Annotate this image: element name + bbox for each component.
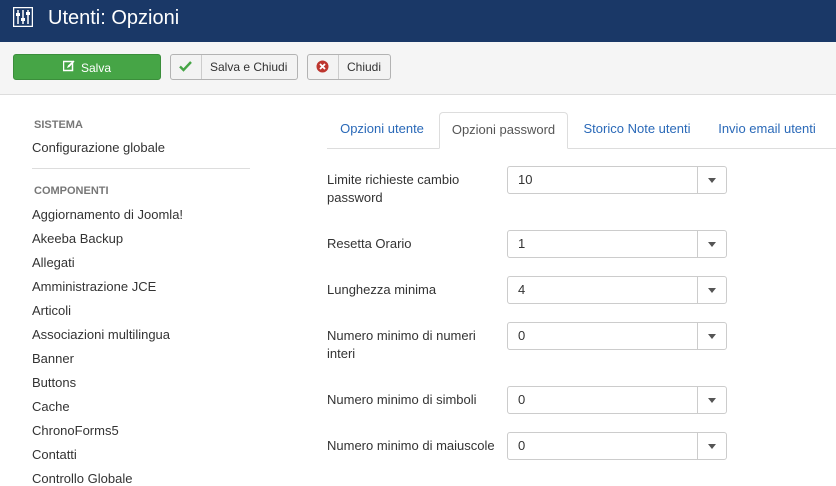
save-button[interactable]: Salva [13, 54, 161, 80]
close-button-label: Chiudi [347, 60, 382, 74]
select-value: 0 [518, 438, 526, 453]
field-label-minimum-symbols: Numero minimo di simboli [327, 392, 477, 407]
select-value: 10 [518, 172, 533, 187]
select-value: 0 [518, 328, 526, 343]
caret-down-icon [708, 334, 716, 339]
save-and-close-button[interactable]: Salva e Chiudi [170, 54, 298, 80]
edit-icon [62, 56, 75, 80]
select-minimum-length[interactable]: 4 [507, 276, 727, 304]
sidebar-item-global-check-in[interactable]: Controllo Globale [32, 471, 132, 486]
sidebar-item-akeeba-backup[interactable]: Akeeba Backup [32, 231, 123, 246]
select-minimum-symbols[interactable]: 0 [507, 386, 727, 414]
field-label-reset-limit: Limite richieste cambio password [327, 172, 460, 205]
select-value: 1 [518, 236, 526, 251]
caret-down-icon [708, 398, 716, 403]
sidebar-item-cache[interactable]: Cache [32, 399, 70, 414]
sidebar-item-chronoforms[interactable]: ChronoForms5 [32, 423, 119, 438]
save-and-close-label: Salva e Chiudi [210, 60, 288, 74]
page-title: Utenti: Opzioni [48, 7, 180, 29]
select-reset-limit[interactable]: 10 [507, 166, 727, 194]
select-minimum-uppercase[interactable]: 0 [507, 432, 727, 460]
select-minimum-integers[interactable]: 0 [507, 322, 727, 350]
save-button-label: Salva [80, 60, 112, 75]
field-label-minimum-length: Lunghezza minima [327, 282, 437, 297]
field-label-minimum-uppercase: Numero minimo di maiuscole [327, 438, 495, 453]
options-sliders-icon [12, 6, 34, 28]
options-tabs: Opzioni utente Opzioni password Storico … [327, 112, 836, 149]
select-reset-time[interactable]: 1 [507, 230, 727, 258]
sidebar-item-banner[interactable]: Banner [32, 351, 74, 366]
sidebar-item-jce-admin[interactable]: Amministrazione JCE [32, 279, 156, 294]
sidebar-section-system: SISTEMA [34, 119, 83, 131]
sidebar-section-components: COMPONENTI [34, 185, 109, 197]
page-header: Utenti: Opzioni [0, 0, 836, 42]
caret-down-icon [708, 178, 716, 183]
sidebar-item-contacts[interactable]: Contatti [32, 447, 77, 462]
sidebar-item-multilingual-associations[interactable]: Associazioni multilingua [32, 327, 170, 342]
tab-password-options[interactable]: Opzioni password [439, 112, 568, 149]
sidebar-item-articles[interactable]: Articoli [32, 303, 71, 318]
sidebar-item-global-configuration[interactable]: Configurazione globale [32, 140, 165, 155]
toolbar: Salva Salva e Chiudi Chiudi [0, 42, 836, 95]
caret-down-icon [708, 288, 716, 293]
close-circle-icon [316, 60, 329, 73]
caret-down-icon [708, 242, 716, 247]
close-button[interactable]: Chiudi [307, 54, 391, 80]
field-label-minimum-integers: Numero minimo di numeri interi [327, 328, 476, 361]
field-label-reset-time: Resetta Orario [327, 236, 412, 251]
sidebar-item-attachments[interactable]: Allegati [32, 255, 75, 270]
sidebar-item-buttons[interactable]: Buttons [32, 375, 76, 390]
check-icon [179, 61, 192, 72]
tab-mass-mail-users[interactable]: Invio email utenti [707, 112, 827, 148]
caret-down-icon [708, 444, 716, 449]
tab-user-options[interactable]: Opzioni utente [327, 112, 437, 148]
sidebar-item-joomla-update[interactable]: Aggiornamento di Joomla! [32, 207, 183, 222]
tab-user-notes-history[interactable]: Storico Note utenti [572, 112, 702, 148]
select-value: 4 [518, 282, 526, 297]
select-value: 0 [518, 392, 526, 407]
sidebar-divider [32, 168, 250, 169]
